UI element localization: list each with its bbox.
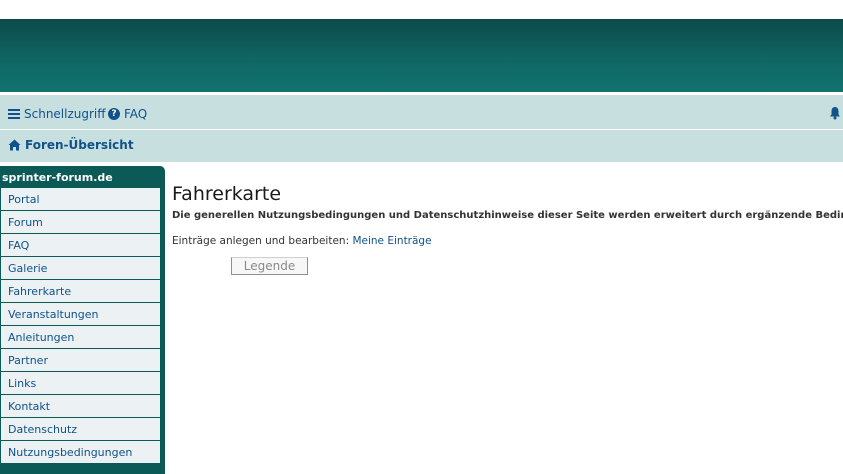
- sidebar-item-forum[interactable]: Forum: [1, 211, 160, 233]
- sidebar-item-fahrerkarte[interactable]: Fahrerkarte: [1, 280, 160, 302]
- entries-line: Einträge anlegen und bearbeiten: Meine E…: [172, 235, 843, 247]
- sidebar-item-kontakt[interactable]: Kontakt: [1, 395, 160, 417]
- sidebar-item-datenschutz[interactable]: Datenschutz: [1, 418, 160, 440]
- navbar: Schnellzugriff ? FAQ Foren-Übersicht: [0, 95, 843, 162]
- entries-prefix: Einträge anlegen und bearbeiten:: [172, 235, 350, 247]
- breadcrumb[interactable]: Foren-Übersicht: [8, 138, 134, 152]
- my-entries-link[interactable]: Meine Einträge: [352, 235, 431, 247]
- main-content: Fahrerkarte Die generellen Nutzungsbedin…: [172, 183, 843, 247]
- quick-access-label: Schnellzugriff: [24, 107, 106, 121]
- breadcrumb-label: Foren-Übersicht: [25, 138, 134, 152]
- home-icon: [8, 139, 21, 151]
- sidebar-item-faq[interactable]: FAQ: [1, 234, 160, 256]
- faq-label: FAQ: [124, 107, 148, 121]
- sidebar-item-portal[interactable]: Portal: [1, 188, 160, 210]
- bars-icon: [8, 109, 20, 119]
- sidebar-item-galerie[interactable]: Galerie: [1, 257, 160, 279]
- sidebar-item-links[interactable]: Links: [1, 372, 160, 394]
- faq-link[interactable]: ? FAQ: [108, 107, 147, 121]
- site-banner: [0, 19, 843, 92]
- question-circle-icon: ?: [108, 108, 120, 120]
- page-title: Fahrerkarte: [172, 183, 282, 205]
- quick-access-link[interactable]: Schnellzugriff: [8, 107, 106, 121]
- top-strip: [0, 0, 843, 20]
- sidebar-menu: Portal Forum FAQ Galerie Fahrerkarte Ver…: [1, 188, 160, 464]
- navbar-breadcrumb-row: Foren-Übersicht: [0, 130, 843, 162]
- sidebar-item-veranstaltungen[interactable]: Veranstaltungen: [1, 303, 160, 325]
- sidebar-item-partner[interactable]: Partner: [1, 349, 160, 371]
- sidebar-title: sprinter-forum.de: [2, 171, 113, 184]
- sidebar: sprinter-forum.de Portal Forum FAQ Galer…: [0, 166, 165, 474]
- terms-notice: Die generellen Nutzungsbedingungen und D…: [172, 210, 843, 221]
- bell-icon[interactable]: [829, 106, 841, 120]
- legend-button[interactable]: Legende: [231, 257, 308, 275]
- sidebar-item-anleitungen[interactable]: Anleitungen: [1, 326, 160, 348]
- sidebar-item-nutzungsbedingungen[interactable]: Nutzungsbedingungen: [1, 441, 160, 463]
- navbar-top-row: Schnellzugriff ? FAQ: [0, 95, 843, 130]
